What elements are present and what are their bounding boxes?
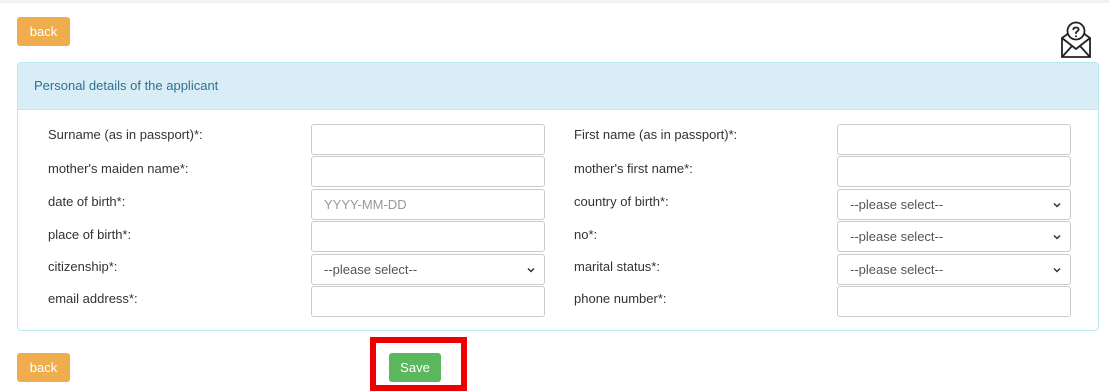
country-of-birth-label: country of birth*: — [574, 194, 669, 209]
no-value: --please select-- — [850, 229, 944, 244]
top-divider — [0, 0, 1109, 3]
surname-input[interactable] — [311, 124, 545, 155]
place-of-birth-input[interactable] — [311, 221, 545, 252]
chevron-down-icon — [1053, 267, 1061, 273]
envelope-question-icon[interactable] — [1059, 20, 1093, 60]
back-button-bottom[interactable]: back — [17, 353, 70, 382]
marital-status-value: --please select-- — [850, 262, 944, 277]
country-of-birth-value: --please select-- — [850, 197, 944, 212]
citizenship-label: citizenship*: — [48, 259, 118, 274]
mothers-maiden-name-input[interactable] — [311, 156, 545, 187]
email-label: email address*: — [48, 291, 138, 306]
chevron-down-icon — [1053, 234, 1061, 240]
mothers-first-name-label: mother's first name*: — [574, 161, 693, 176]
citizenship-select[interactable]: --please select-- — [311, 254, 545, 285]
first-name-input[interactable] — [837, 124, 1071, 155]
chevron-down-icon — [527, 267, 535, 273]
dob-placeholder: YYYY-MM-DD — [324, 197, 407, 212]
mothers-first-name-input[interactable] — [837, 156, 1071, 187]
panel-heading: Personal details of the applicant — [18, 63, 1098, 110]
phone-label: phone number*: — [574, 291, 667, 306]
marital-status-select[interactable]: --please select-- — [837, 254, 1071, 285]
place-of-birth-label: place of birth*: — [48, 227, 132, 242]
marital-status-label: marital status*: — [574, 259, 660, 274]
email-input[interactable] — [311, 286, 545, 317]
mothers-maiden-name-label: mother's maiden name*: — [48, 161, 189, 176]
chevron-down-icon — [1053, 202, 1061, 208]
dob-input[interactable]: YYYY-MM-DD — [311, 189, 545, 220]
back-button-top[interactable]: back — [17, 17, 70, 46]
dob-label: date of birth*: — [48, 194, 126, 209]
first-name-label: First name (as in passport)*: — [574, 127, 738, 142]
page: back Personal details of the applicant S… — [0, 0, 1109, 391]
surname-label: Surname (as in passport)*: — [48, 127, 203, 142]
country-of-birth-select[interactable]: --please select-- — [837, 189, 1071, 220]
phone-input[interactable] — [837, 286, 1071, 317]
no-select[interactable]: --please select-- — [837, 221, 1071, 252]
no-label: no*: — [574, 227, 598, 242]
citizenship-value: --please select-- — [324, 262, 418, 277]
save-highlight-box — [370, 337, 467, 391]
